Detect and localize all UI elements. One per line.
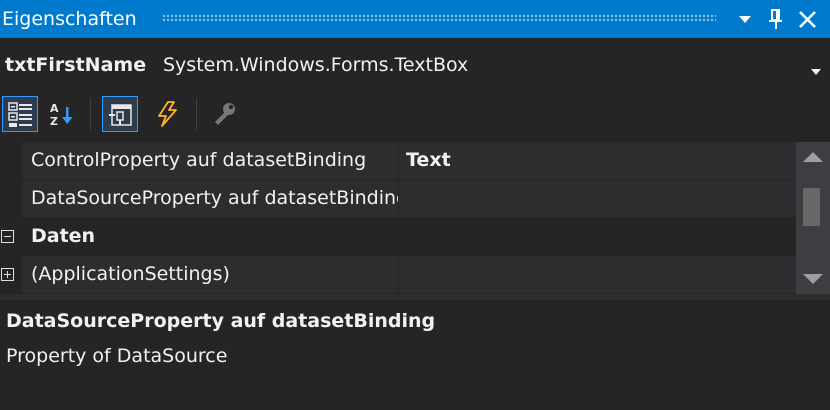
- category-name: Daten: [31, 225, 96, 247]
- row-margin: [0, 218, 22, 256]
- property-name: (ApplicationSettings): [31, 263, 230, 285]
- svg-text:Z: Z: [50, 115, 58, 127]
- property-value-cell[interactable]: [399, 180, 796, 217]
- row-margin: [0, 142, 22, 180]
- property-value: Text: [406, 149, 451, 171]
- dropdown-arrow-icon[interactable]: [810, 61, 822, 80]
- property-name: ControlProperty auf datasetBinding: [31, 149, 367, 171]
- pin-icon[interactable]: [764, 6, 788, 32]
- toolbar-separator: [196, 98, 197, 130]
- alphabetical-button[interactable]: A Z: [44, 96, 80, 132]
- categorized-button[interactable]: [2, 96, 38, 132]
- column-splitter[interactable]: [398, 142, 399, 180]
- property-row[interactable]: ControlProperty auf datasetBinding Text: [0, 142, 796, 180]
- collapse-minus-icon[interactable]: [1, 230, 14, 243]
- scroll-up-arrow-icon[interactable]: [796, 142, 830, 172]
- column-splitter[interactable]: [398, 180, 399, 218]
- property-row[interactable]: DataSourceProperty auf datasetBinding: [0, 180, 796, 218]
- property-value-cell[interactable]: [399, 256, 796, 293]
- close-icon[interactable]: [796, 6, 820, 32]
- category-value-cell: [399, 218, 796, 255]
- property-pages-button[interactable]: [206, 96, 242, 132]
- properties-window-titlebar[interactable]: Eigenschaften: [0, 0, 830, 38]
- properties-button[interactable]: [102, 96, 138, 132]
- property-row[interactable]: (ApplicationSettings): [0, 256, 796, 294]
- scrollbar-thumb[interactable]: [803, 188, 820, 226]
- expand-plus-icon[interactable]: [1, 268, 14, 281]
- selected-object-type: System.Windows.Forms.TextBox: [163, 54, 469, 76]
- property-name: DataSourceProperty auf datasetBinding: [31, 187, 398, 209]
- property-name-cell[interactable]: DataSourceProperty auf datasetBinding: [22, 180, 398, 217]
- property-value-cell[interactable]: Text: [399, 142, 796, 179]
- category-row[interactable]: Daten: [0, 218, 796, 256]
- window-title: Eigenschaften: [2, 8, 137, 30]
- properties-toolbar: A Z: [0, 92, 830, 136]
- property-name-cell[interactable]: (ApplicationSettings): [22, 256, 398, 293]
- window-position-chevron-icon[interactable]: [734, 6, 758, 32]
- description-text: Property of DataSource: [6, 345, 228, 367]
- property-name-cell[interactable]: ControlProperty auf datasetBinding: [22, 142, 398, 179]
- description-title: DataSourceProperty auf datasetBinding: [6, 310, 436, 332]
- row-margin: [0, 256, 22, 294]
- selected-object-name: txtFirstName: [5, 54, 147, 76]
- toolbar-separator: [90, 98, 91, 130]
- svg-text:A: A: [50, 102, 59, 115]
- events-button[interactable]: [150, 96, 186, 132]
- titlebar-grip[interactable]: [162, 14, 716, 22]
- object-selector-dropdown[interactable]: txtFirstName System.Windows.Forms.TextBo…: [0, 44, 830, 86]
- property-grid: ControlProperty auf datasetBinding Text …: [0, 142, 796, 294]
- column-splitter[interactable]: [398, 256, 399, 294]
- property-grid-scrollbar[interactable]: [796, 142, 830, 294]
- category-name-cell[interactable]: Daten: [22, 218, 398, 255]
- scroll-down-arrow-icon[interactable]: [796, 264, 830, 294]
- description-pane: DataSourceProperty auf datasetBinding Pr…: [0, 300, 830, 410]
- row-margin: [0, 180, 22, 218]
